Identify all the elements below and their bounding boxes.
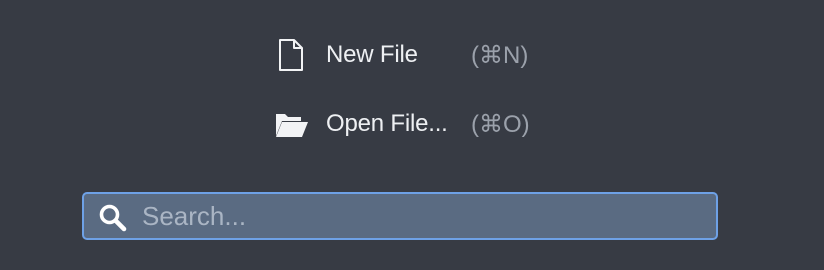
open-file-shortcut: (⌘O): [471, 110, 530, 138]
open-file-label: Open File...: [326, 110, 448, 137]
open-file-button[interactable]: Open File... (⌘O): [272, 104, 530, 144]
search-input[interactable]: [142, 194, 702, 238]
new-file-button[interactable]: New File (⌘N): [272, 35, 528, 75]
folder-open-icon: [272, 106, 310, 142]
new-file-label: New File: [326, 41, 418, 68]
welcome-panel: New File (⌘N) Open File... (⌘O): [0, 0, 824, 270]
search-icon: [98, 203, 128, 233]
new-file-shortcut: (⌘N): [471, 41, 529, 69]
document-icon: [272, 37, 310, 73]
search-box[interactable]: [82, 192, 718, 240]
